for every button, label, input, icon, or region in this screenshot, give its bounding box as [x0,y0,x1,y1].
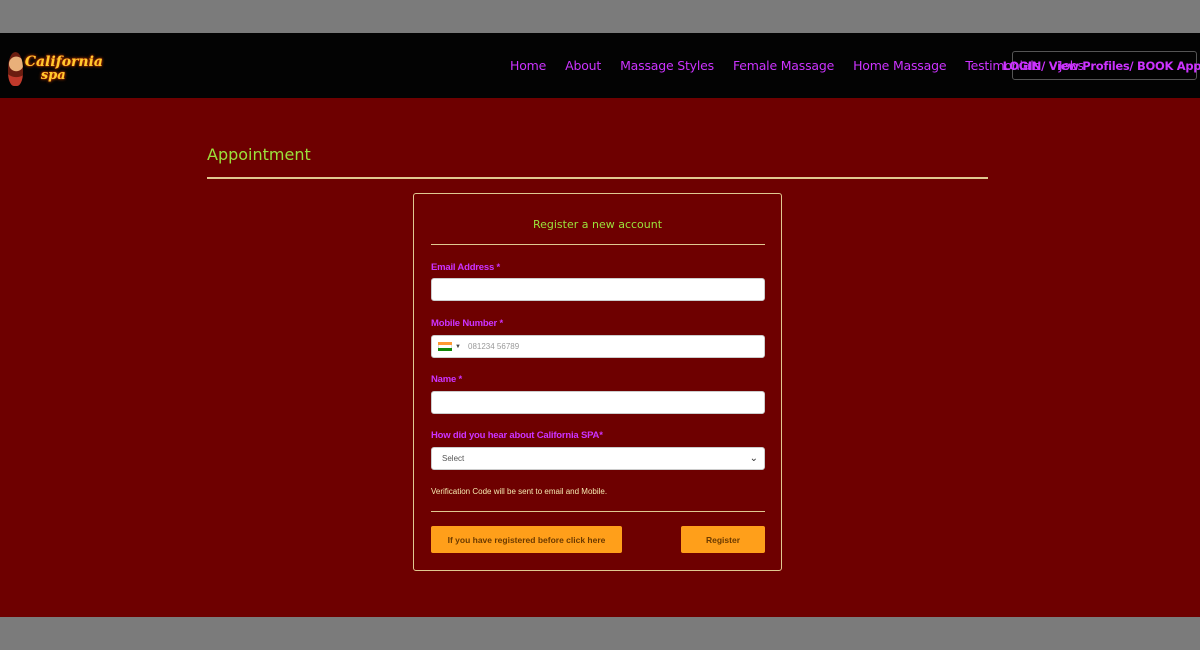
logo-woman-icon [8,52,23,86]
card-divider-bottom [431,511,765,512]
card-divider-top [431,244,765,245]
top-navbar: California spa Home About Massage Styles… [0,33,1200,98]
source-select-value: Select [442,454,465,463]
nav-about[interactable]: About [565,58,601,73]
name-field[interactable] [431,391,765,414]
mobile-field[interactable]: ▼ 081234 56789 [431,335,765,358]
mobile-placeholder: 081234 56789 [468,342,520,351]
register-card: Register a new account Email Address * M… [413,193,782,571]
title-divider [207,177,988,179]
register-button[interactable]: Register [681,526,765,553]
nav-home-massage[interactable]: Home Massage [853,58,946,73]
country-code-selector[interactable]: ▼ [432,336,466,357]
mobile-label: Mobile Number * [431,318,503,329]
main-content: Appointment Register a new account Email… [0,98,1200,617]
email-field[interactable] [431,278,765,301]
email-label: Email Address * [431,262,500,273]
chevron-down-icon: ⌄ [749,453,758,464]
page-title: Appointment [207,145,311,164]
nav-female-massage[interactable]: Female Massage [733,58,834,73]
india-flag-icon [438,342,452,351]
name-label: Name * [431,374,463,385]
nav-massage-styles[interactable]: Massage Styles [620,58,714,73]
caret-down-icon: ▼ [455,343,461,350]
verification-note: Verification Code will be sent to email … [431,487,608,496]
login-book-button[interactable]: LOGIN/ View Profiles/ BOOK Appt [1003,51,1200,80]
nav-home[interactable]: Home [510,58,546,73]
source-label: How did you hear about California SPA* [431,430,603,441]
source-select[interactable]: Select ⌄ [431,447,765,470]
already-registered-button[interactable]: If you have registered before click here [431,526,622,553]
register-card-title: Register a new account [532,218,663,231]
brand-name-line2: spa [40,68,66,83]
brand-logo[interactable]: California spa [8,49,103,89]
